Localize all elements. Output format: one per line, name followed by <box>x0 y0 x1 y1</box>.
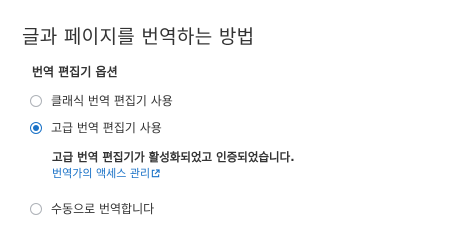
radio-button-unchecked[interactable] <box>30 94 42 107</box>
radio-label-manual-translation: 수동으로 번역합니다 <box>51 202 155 216</box>
access-link-label: 번역가의 액세스 관리 <box>52 167 151 180</box>
external-link-icon <box>151 168 160 178</box>
radio-selected-dot <box>33 124 39 131</box>
editor-options-heading: 번역 편집기 옵션 <box>32 65 118 79</box>
radio-classic-editor[interactable]: 클래식 번역 편집기 사용 <box>30 92 173 109</box>
radio-advanced-editor[interactable]: 고급 번역 편집기 사용 <box>30 119 162 136</box>
radio-label-classic-editor: 클래식 번역 편집기 사용 <box>51 94 173 108</box>
page-title: 글과 페이지를 번역하는 방법 <box>22 26 255 48</box>
radio-button-unchecked[interactable] <box>30 202 42 215</box>
radio-label-advanced-editor: 고급 번역 편집기 사용 <box>51 121 162 135</box>
radio-button-checked[interactable] <box>30 121 42 134</box>
advanced-editor-status-message: 고급 번역 편집기가 활성화되었고 인증되었습니다. <box>52 150 295 164</box>
radio-manual-translation[interactable]: 수동으로 번역합니다 <box>30 200 154 217</box>
manage-translator-access-link[interactable]: 번역가의 액세스 관리 <box>52 165 160 181</box>
